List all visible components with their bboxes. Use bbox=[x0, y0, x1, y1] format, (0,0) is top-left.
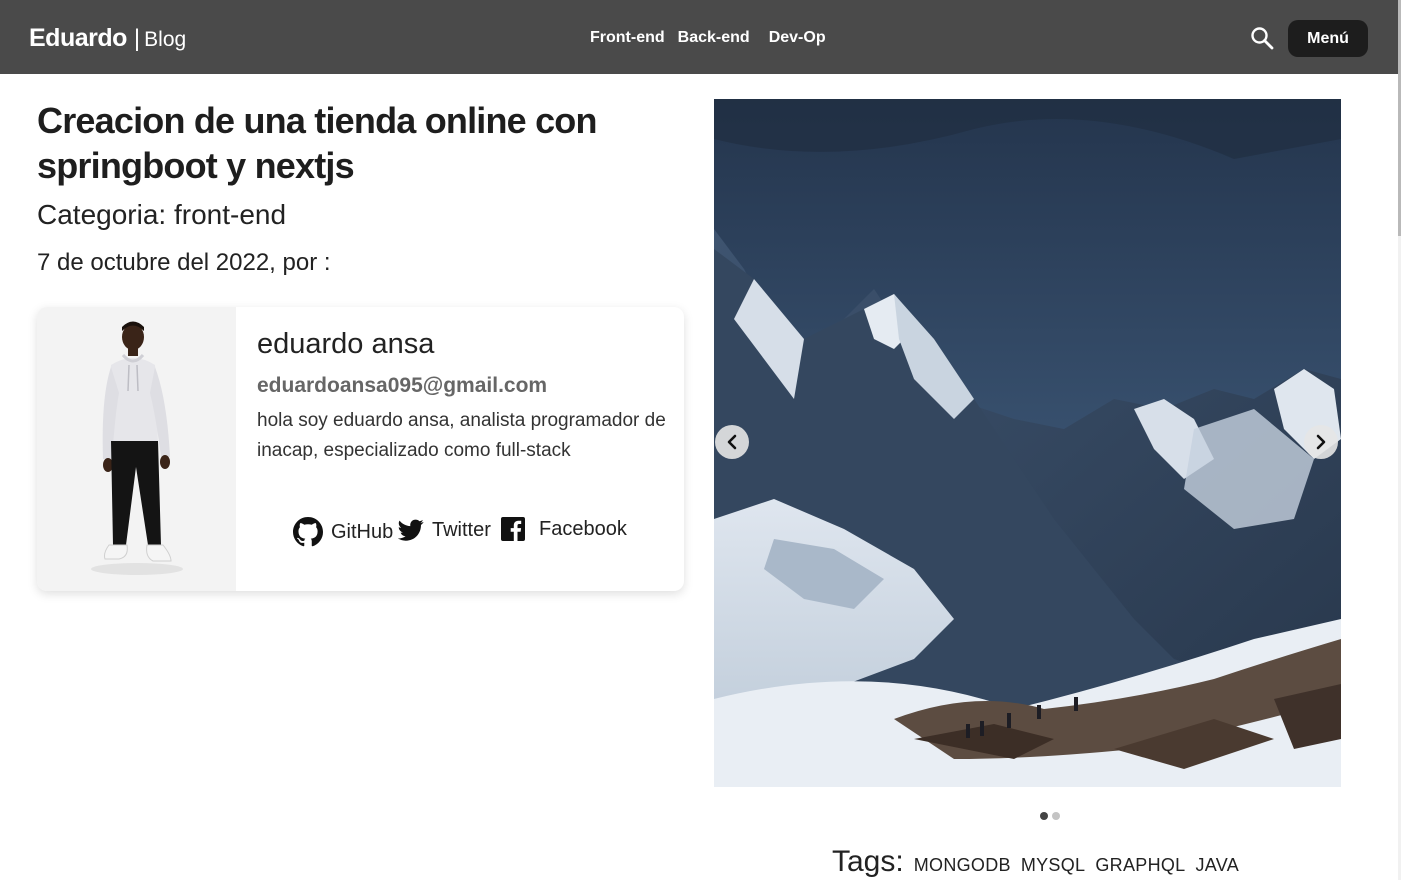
image-carousel[interactable] bbox=[714, 99, 1341, 787]
chevron-right-icon bbox=[1316, 434, 1326, 450]
tag-graphql[interactable]: GRAPHQL bbox=[1095, 855, 1185, 876]
carousel-slide-image bbox=[714, 99, 1341, 787]
carousel-indicators bbox=[1040, 812, 1064, 820]
chevron-left-icon bbox=[727, 434, 737, 450]
author-photo bbox=[37, 307, 236, 591]
nav-link-back-end[interactable]: Back-end bbox=[678, 29, 750, 47]
github-icon bbox=[293, 517, 323, 547]
post-title: Creacion de una tienda online con spring… bbox=[37, 100, 598, 186]
nav-link-front-end[interactable]: Front-end bbox=[590, 29, 665, 47]
twitter-label: Twitter bbox=[432, 518, 491, 541]
post-tags: Tags: MONGODB MYSQL GRAPHQL JAVA bbox=[832, 845, 1249, 879]
nav-link-dev-op[interactable]: Dev-Op bbox=[769, 29, 826, 47]
post-date: 7 de octubre del 2022, por : bbox=[37, 249, 331, 276]
brand-subtitle: Blog bbox=[144, 28, 187, 51]
brand-separator: | bbox=[133, 25, 141, 52]
carousel-prev-button[interactable] bbox=[715, 425, 749, 459]
top-navbar: Eduardo | Blog Front-end Back-end Dev-Op… bbox=[0, 0, 1398, 74]
author-card: eduardo ansa eduardoansa095@gmail.com ho… bbox=[37, 307, 684, 591]
post-category: Categoria: front-end bbox=[37, 199, 287, 230]
author-name: eduardo ansa bbox=[257, 328, 435, 360]
search-icon[interactable] bbox=[1250, 26, 1274, 50]
main-nav: Front-end Back-end Dev-Op bbox=[590, 29, 826, 47]
menu-button[interactable]: Menú bbox=[1288, 20, 1368, 57]
brand[interactable]: Eduardo | Blog bbox=[29, 24, 186, 53]
brand-name: Eduardo bbox=[29, 24, 127, 52]
carousel-next-button[interactable] bbox=[1304, 425, 1338, 459]
facebook-icon bbox=[501, 517, 525, 541]
tag-mongodb[interactable]: MONGODB bbox=[914, 855, 1011, 876]
facebook-label: Facebook bbox=[539, 517, 627, 540]
author-email[interactable]: eduardoansa095@gmail.com bbox=[257, 374, 547, 398]
twitter-icon bbox=[398, 519, 424, 541]
tags-label: Tags: bbox=[832, 845, 904, 878]
author-bio: hola soy eduardo ansa, analista programa… bbox=[257, 410, 666, 461]
tag-mysql[interactable]: MYSQL bbox=[1021, 855, 1086, 876]
social-link-twitter[interactable]: Twitter bbox=[398, 517, 491, 543]
carousel-dot-active[interactable] bbox=[1040, 812, 1048, 820]
social-link-github[interactable]: GitHub bbox=[293, 517, 393, 547]
social-link-facebook[interactable]: Facebook bbox=[501, 517, 627, 541]
github-label: GitHub bbox=[331, 520, 394, 543]
tag-java[interactable]: JAVA bbox=[1195, 855, 1239, 876]
carousel-dot[interactable] bbox=[1052, 812, 1060, 820]
